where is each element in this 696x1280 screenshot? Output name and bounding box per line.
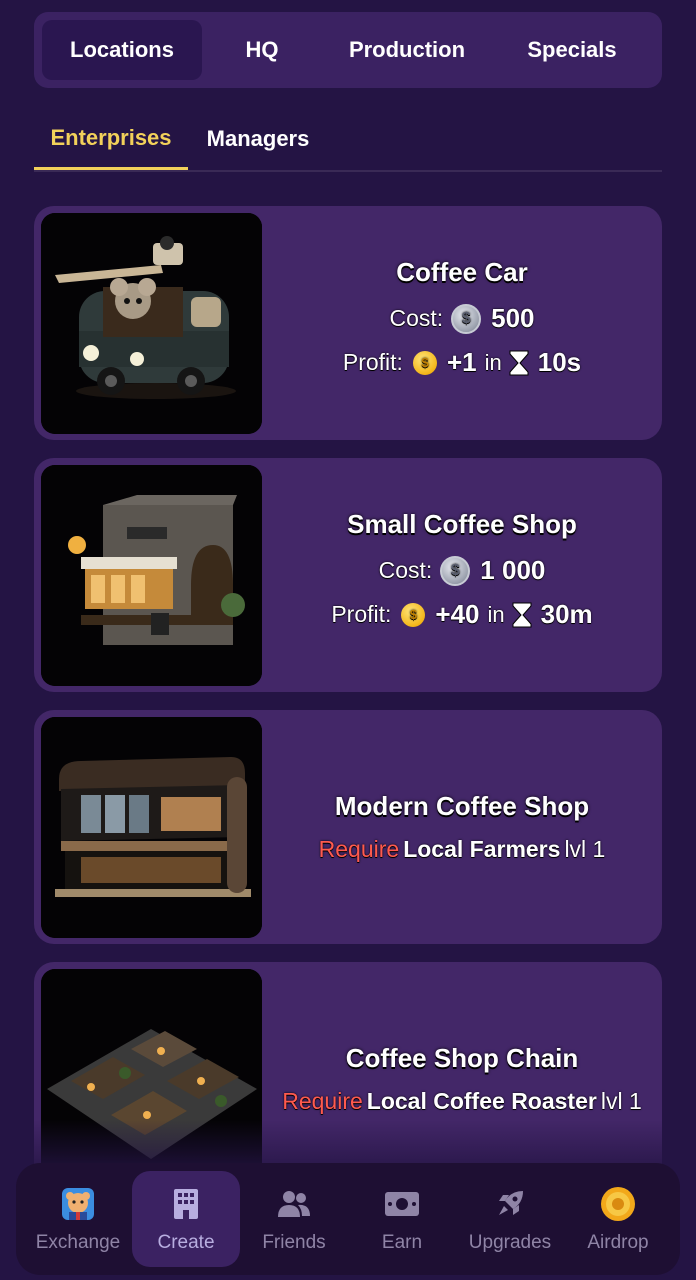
- require-label: Require: [318, 836, 400, 862]
- gold-coin-icon: $: [412, 350, 437, 375]
- cost-value: 500: [491, 303, 535, 333]
- profit-time: 30m: [540, 599, 593, 629]
- cost-value: 1 000: [480, 555, 546, 585]
- profit-row: Profit: $ +40 in 30m: [331, 598, 592, 632]
- card-info: Small Coffee Shop Cost: $ 1 000 Profit: …: [262, 458, 662, 692]
- card-info: Coffee Car Cost: $ 500 Profit: $ +1 in 1…: [262, 206, 662, 440]
- friends-icon: [274, 1184, 314, 1224]
- cost-row: Cost: $ 1 000: [378, 554, 546, 588]
- silver-coin-icon: $: [451, 303, 482, 334]
- nav-label: Friends: [262, 1232, 326, 1253]
- cost-label: Cost:: [378, 557, 433, 583]
- nav-create[interactable]: Create: [132, 1171, 240, 1267]
- tab-enterprises[interactable]: Enterprises: [34, 108, 188, 170]
- cost-row: Cost: $ 500: [389, 302, 535, 336]
- nav-label: Earn: [381, 1232, 423, 1253]
- enterprise-card-small-coffee-shop[interactable]: Small Coffee Shop Cost: $ 1 000 Profit: …: [34, 458, 662, 692]
- silver-coin-icon: $: [440, 555, 471, 586]
- card-title: Small Coffee Shop: [347, 508, 577, 539]
- require-target: Local Farmers: [403, 836, 561, 862]
- card-info: Modern Coffee Shop Require Local Farmers l…: [262, 710, 662, 944]
- profit-time: 10s: [537, 347, 582, 377]
- profit-value: +1: [446, 347, 477, 377]
- profit-label: Profit:: [342, 349, 403, 375]
- in-label: in: [484, 349, 502, 375]
- card-title: Coffee Car: [396, 256, 528, 287]
- nav-label: Exchange: [35, 1232, 121, 1253]
- require-row: Require Local Farmers lvl 1: [319, 836, 606, 863]
- tab-hq[interactable]: HQ: [202, 20, 322, 80]
- tab-production[interactable]: Production: [322, 20, 492, 80]
- require-label: Require: [282, 1088, 363, 1114]
- nav-exchange[interactable]: Exchange: [24, 1171, 132, 1267]
- small-coffee-shop-image: [41, 465, 262, 686]
- profit-label: Profit:: [331, 601, 392, 627]
- nav-upgrades[interactable]: Upgrades: [456, 1171, 564, 1267]
- top-tabs: Locations HQ Production Specials: [34, 12, 662, 88]
- hourglass-icon: [509, 350, 529, 375]
- tab-specials[interactable]: Specials: [492, 20, 652, 80]
- coffee-car-image: [41, 213, 262, 434]
- enterprise-card-coffee-car[interactable]: Coffee Car Cost: $ 500 Profit: $ +1 in 1…: [34, 206, 662, 440]
- require-level: lvl 1: [600, 1088, 642, 1114]
- hamster-avatar-icon: [58, 1184, 98, 1224]
- cost-label: Cost:: [389, 305, 444, 331]
- airdrop-coin-icon: [598, 1184, 638, 1224]
- rocket-icon: [490, 1184, 530, 1224]
- hourglass-icon: [512, 602, 532, 627]
- require-level: lvl 1: [564, 836, 606, 862]
- enterprise-card-modern-coffee-shop[interactable]: Modern Coffee Shop Require Local Farmers l…: [34, 710, 662, 944]
- require-target: Local Coffee Roaster: [366, 1088, 597, 1114]
- money-icon: [382, 1184, 422, 1224]
- profit-row: Profit: $ +1 in 10s: [343, 346, 581, 380]
- nav-friends[interactable]: Friends: [240, 1171, 348, 1267]
- bottom-navigation: Exchange Create Friends Earn Upgrades Ai…: [16, 1163, 680, 1275]
- card-title: Coffee Shop Chain: [345, 1043, 579, 1073]
- nav-label: Airdrop: [587, 1232, 649, 1253]
- sub-tabs: Enterprises Managers: [34, 108, 662, 172]
- require-row: Require Local Coffee Roaster lvl 1: [282, 1088, 642, 1115]
- nav-earn[interactable]: Earn: [348, 1171, 456, 1267]
- nav-airdrop[interactable]: Airdrop: [564, 1171, 672, 1267]
- building-icon: [166, 1184, 206, 1224]
- card-title: Modern Coffee Shop: [334, 791, 590, 821]
- app-screen: Locations HQ Production Specials Enterpr…: [0, 0, 696, 1280]
- tab-locations[interactable]: Locations: [42, 20, 202, 80]
- profit-value: +40: [435, 599, 480, 629]
- tab-managers[interactable]: Managers: [188, 108, 328, 170]
- nav-label: Create: [157, 1232, 215, 1253]
- modern-coffee-shop-image: [41, 717, 262, 938]
- in-label: in: [487, 601, 505, 627]
- gold-coin-icon: $: [401, 602, 426, 627]
- nav-label: Upgrades: [468, 1232, 552, 1253]
